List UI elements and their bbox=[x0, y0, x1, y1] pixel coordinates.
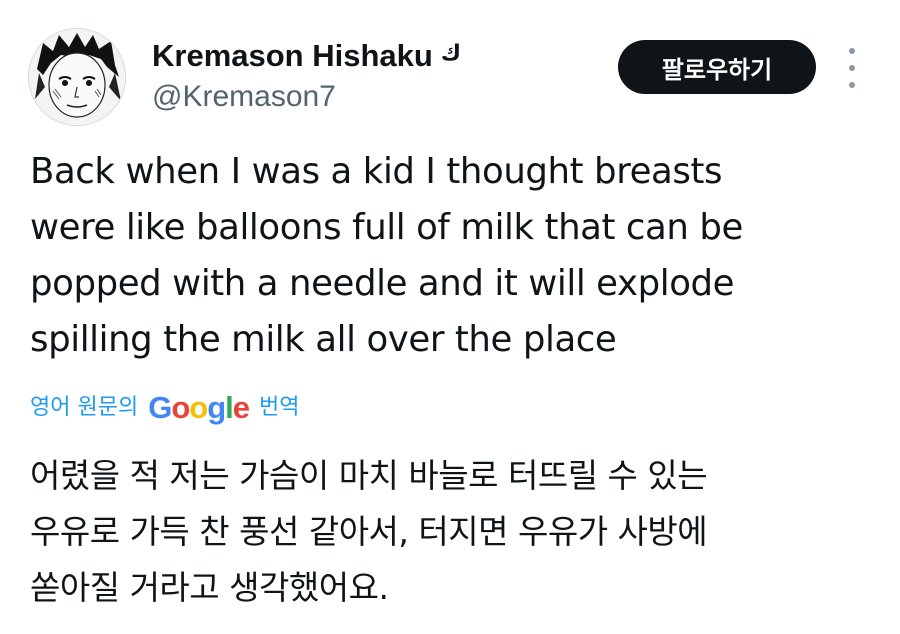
manga-face-avatar-icon bbox=[29, 29, 125, 125]
google-letter: l bbox=[225, 390, 234, 425]
author-names: Kremason Hishaku ك @Kremason7 bbox=[152, 38, 461, 116]
google-letter: o bbox=[171, 390, 190, 425]
avatar[interactable] bbox=[28, 28, 126, 126]
google-letter: e bbox=[232, 390, 250, 425]
translate-link[interactable]: 영어 원문의 Google 번역 bbox=[30, 388, 300, 428]
author-name-symbol: ك bbox=[440, 41, 461, 66]
author-handle[interactable]: @Kremason7 bbox=[152, 78, 461, 116]
author-display-name[interactable]: Kremason Hishaku bbox=[152, 38, 433, 74]
more-dot bbox=[849, 65, 855, 71]
more-dot bbox=[849, 48, 855, 54]
google-logo: Google bbox=[148, 388, 250, 428]
follow-button[interactable]: 팔로우하기 bbox=[618, 40, 816, 94]
translate-prefix: 영어 원문의 bbox=[30, 395, 139, 420]
tweet-header: Kremason Hishaku ك @Kremason7 팔로우하기 bbox=[28, 28, 878, 126]
more-dot bbox=[849, 82, 855, 88]
translated-text: 어렸을 적 저는 가슴이 마치 바늘로 터뜨릴 수 있는 우유로 가득 찬 풍선… bbox=[30, 456, 708, 607]
more-vertical-icon[interactable] bbox=[840, 48, 864, 88]
google-letter: o bbox=[189, 390, 208, 425]
google-letter: g bbox=[207, 390, 226, 425]
translate-suffix: 번역 bbox=[259, 395, 300, 420]
tweet-text: Back when I was a kid I thought breasts … bbox=[30, 151, 743, 360]
google-letter: G bbox=[148, 390, 172, 425]
